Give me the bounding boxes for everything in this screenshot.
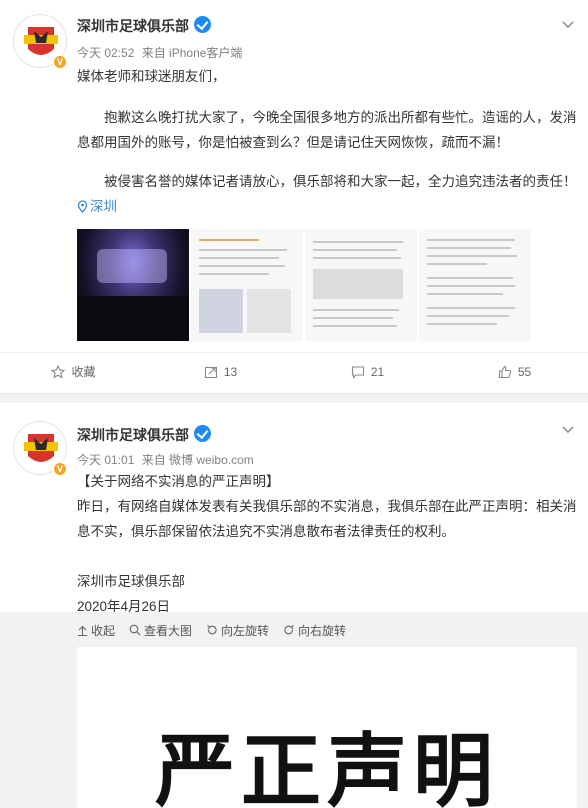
post-paragraph: 昨日，有网络自媒体发表有关我俱乐部的不实消息，我俱乐部在此严正声明：相关消息不实…	[77, 499, 577, 539]
verified-icon	[194, 425, 211, 442]
zoom-icon	[129, 624, 141, 636]
verified-icon	[194, 16, 211, 33]
rotate-right-label: 向右旋转	[298, 623, 347, 638]
vip-badge-icon: V	[52, 54, 68, 70]
favorite-button[interactable]: 收藏	[0, 353, 147, 390]
comment-icon	[351, 365, 364, 379]
rotate-left-button[interactable]: 向左旋转	[206, 622, 269, 639]
comment-count: 21	[370, 364, 385, 379]
screenshot-thumbnail[interactable]	[419, 229, 531, 341]
rotate-right-icon	[284, 625, 294, 635]
repost-button[interactable]: 13	[147, 353, 294, 390]
post-meta: 今天 01:01 来自 微博 weibo.com	[77, 451, 258, 468]
post-paragraph: 被侵害名誉的媒体记者请放心，俱乐部将和大家一起，全力追究违法者的责任！ 深圳	[77, 169, 577, 219]
location-pin-icon	[77, 200, 88, 213]
favorite-label: 收藏	[71, 365, 96, 379]
author-name[interactable]: 深圳市足球俱乐部	[77, 16, 189, 36]
rotate-left-label: 向左旋转	[221, 623, 270, 638]
rotate-right-button[interactable]: 向右旋转	[283, 622, 346, 639]
post-paragraph: 抱歉这么晚打扰大家了，今晚全国很多地方的派出所都有些忙。造谣的人，发消息都用国外…	[77, 110, 577, 150]
location-label: 深圳	[90, 199, 117, 214]
post-meta: 今天 02:52 来自 iPhone客户端	[77, 44, 246, 61]
comment-button[interactable]: 21	[294, 353, 441, 390]
weibo-post-1: V 深圳市足球俱乐部 今天 02:52 来自 iPhone客户端 媒体老师和球迷…	[0, 0, 588, 393]
collapse-button[interactable]: 收起	[77, 622, 115, 639]
post-actions: 收藏 13 21 55	[0, 352, 588, 390]
image-toolbar: 收起 查看大图 向左旋转 向右旋转	[77, 619, 360, 641]
thumbs-up-icon	[498, 365, 512, 378]
collapse-label: 收起	[91, 623, 116, 638]
statement-image[interactable]: 严正声明	[77, 647, 577, 808]
like-button[interactable]: 55	[441, 353, 588, 390]
photo-thumbnail[interactable]	[77, 229, 189, 341]
repost-count: 13	[223, 364, 238, 379]
post-time[interactable]: 今天 01:01	[77, 453, 134, 467]
signature: 深圳市足球俱乐部	[77, 574, 185, 589]
post-source: 来自 微博 weibo.com	[141, 453, 254, 467]
screenshot-thumbnail[interactable]	[305, 229, 417, 341]
post-body: 媒体老师和球迷朋友们， 抱歉这么晚打扰大家了，今晚全国很多地方的派出所都有些忙。…	[77, 64, 577, 219]
star-icon	[51, 364, 66, 379]
author-name[interactable]: 深圳市足球俱乐部	[77, 425, 189, 445]
screenshot-thumbnail[interactable]	[191, 229, 303, 341]
chevron-down-icon[interactable]	[561, 423, 575, 437]
post-paragraph: 【关于网络不实消息的严正声明】	[77, 474, 280, 489]
post-divider	[0, 393, 588, 403]
weibo-post-2: V 深圳市足球俱乐部 今天 01:01 来自 微博 weibo.com 【关于网…	[0, 403, 588, 808]
like-count: 55	[517, 364, 532, 379]
statement-image-title: 严正声明	[155, 725, 499, 808]
location-link[interactable]: 深圳	[77, 199, 117, 214]
rotate-left-icon	[207, 625, 217, 635]
post-body: 【关于网络不实消息的严正声明】 昨日，有网络自媒体发表有关我俱乐部的不实消息，我…	[77, 469, 577, 619]
post-paragraph-text: 被侵害名誉的媒体记者请放心，俱乐部将和大家一起，全力追究违法者的责任！	[104, 174, 577, 189]
repost-icon	[204, 366, 217, 378]
view-large-button[interactable]: 查看大图	[129, 622, 192, 639]
arrow-up-icon	[78, 625, 87, 636]
post-source: 来自 iPhone客户端	[141, 46, 243, 60]
image-gallery	[77, 229, 531, 341]
post-time[interactable]: 今天 02:52	[77, 46, 134, 60]
chevron-down-icon[interactable]	[561, 18, 575, 32]
post-paragraph: 媒体老师和球迷朋友们，	[77, 69, 226, 84]
vip-badge-icon: V	[52, 461, 68, 477]
view-large-label: 查看大图	[144, 623, 193, 638]
